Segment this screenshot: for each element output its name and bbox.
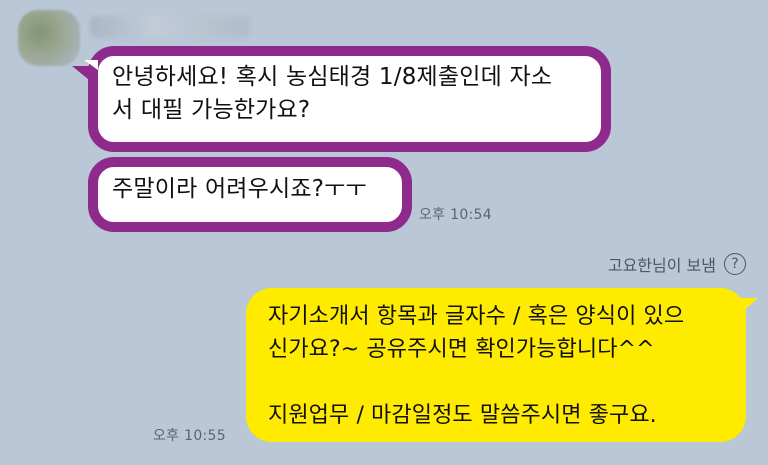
message-line: 지원업무 / 마감일정도 말씀주시면 좋구요. xyxy=(268,403,657,428)
incoming-message-bubble[interactable]: 주말이라 어려우시죠?ㅜㅜ xyxy=(88,157,412,232)
question-circle-icon[interactable]: ? xyxy=(724,253,746,275)
avatar[interactable] xyxy=(18,10,80,66)
bubble-tail xyxy=(740,298,758,314)
bubble-tail xyxy=(72,66,94,84)
incoming-message-bubble[interactable]: 안녕하세요! 혹시 농심태경 1/8제출인데 자소 서 대필 가능한가요? xyxy=(72,46,611,152)
message-line-blank xyxy=(268,366,732,399)
message-line: 안녕하세요! 혹시 농심태경 1/8제출인데 자소 xyxy=(112,64,553,90)
message-line: 자기소개서 항목과 글자수 / 혹은 양식이 있으 xyxy=(268,304,685,329)
message-timestamp: 오후 10:55 xyxy=(153,428,226,444)
message-line: 주말이라 어려우시죠?ㅜㅜ xyxy=(112,176,367,202)
message-timestamp: 오후 10:54 xyxy=(419,207,492,223)
message-line: 신가요?~ 공유주시면 확인가능합니다^^ xyxy=(268,337,655,362)
outgoing-message-bubble[interactable]: 자기소개서 항목과 글자수 / 혹은 양식이 있으 신가요?~ 공유주시면 확인… xyxy=(246,288,758,442)
sent-by-label: 고요한님이 보냄 xyxy=(607,256,716,275)
sent-by-indicator: 고요한님이 보냄 ? xyxy=(608,252,746,276)
sender-name-blurred xyxy=(90,16,250,38)
message-line: 서 대필 가능한가요? xyxy=(112,97,311,123)
chat-area: 안녕하세요! 혹시 농심태경 1/8제출인데 자소 서 대필 가능한가요? 주말… xyxy=(0,0,768,465)
